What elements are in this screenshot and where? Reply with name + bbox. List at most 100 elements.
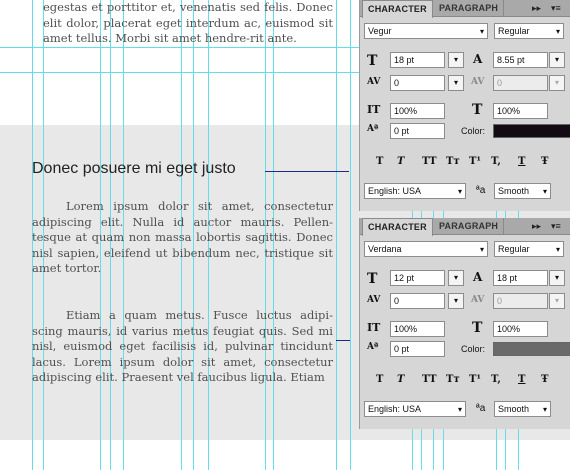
panel-tab-bar: CHARACTER PARAGRAPH ▸▸ ▾≡ <box>360 218 570 236</box>
faux-italic-button[interactable]: T <box>397 374 404 385</box>
color-label: Color: <box>461 126 486 136</box>
baseline-shift-input[interactable]: 0 pt <box>390 341 445 357</box>
vertical-scale-input[interactable]: 100% <box>390 321 445 337</box>
tab-paragraph[interactable]: PARAGRAPH <box>434 218 505 235</box>
antialias-icon: ªa <box>476 403 486 414</box>
tracking-dropdown-button[interactable]: ▾ <box>549 293 565 309</box>
font-size-icon: T <box>367 271 378 287</box>
color-swatch[interactable] <box>493 124 570 138</box>
horizontal-scale-icon: T <box>472 102 483 118</box>
text-frame-tick <box>336 340 350 341</box>
kerning-input[interactable]: 0 <box>390 293 445 309</box>
kerning-input[interactable]: 0 <box>390 75 445 91</box>
font-family-value: Vegur <box>368 26 392 36</box>
kerning-dropdown-button[interactable]: ▾ <box>448 75 464 91</box>
font-family-dropdown[interactable]: Verdana ▾ <box>364 241 488 257</box>
baseline-shift-input[interactable]: 0 pt <box>390 123 445 139</box>
font-style-dropdown[interactable]: Regular ▾ <box>494 23 564 39</box>
subscript-button[interactable]: T, <box>491 156 501 167</box>
chevron-down-icon: ▾ <box>542 187 547 196</box>
vertical-scale-icon: IT <box>367 103 381 116</box>
kerning-icon: AV <box>367 77 381 87</box>
horizontal-scale-input[interactable]: 100% <box>493 103 548 119</box>
faux-bold-button[interactable]: T <box>376 374 383 385</box>
language-value: English: USA <box>368 186 422 196</box>
chevron-down-icon: ▾ <box>555 27 560 36</box>
underline-button[interactable]: T <box>518 374 525 385</box>
subscript-button[interactable]: T, <box>491 374 501 385</box>
chevron-down-icon: ▾ <box>457 187 462 196</box>
vertical-scale-input[interactable]: 100% <box>390 103 445 119</box>
horizontal-scale-input[interactable]: 100% <box>493 321 548 337</box>
strikethrough-button[interactable]: Ŧ <box>541 156 548 167</box>
character-panel: CHARACTER PARAGRAPH ▸▸ ▾≡ Vegur ▾ Regula… <box>359 0 570 211</box>
tracking-dropdown-button[interactable]: ▾ <box>549 75 565 91</box>
tab-character[interactable]: CHARACTER <box>362 218 433 236</box>
leading-dropdown-button[interactable]: ▾ <box>549 52 565 68</box>
baseline-shift-icon: Aª <box>367 124 379 134</box>
font-size-dropdown-button[interactable]: ▾ <box>448 270 464 286</box>
underline-button[interactable]: T <box>518 156 525 167</box>
font-size-icon: T <box>367 53 378 69</box>
vertical-scale-icon: IT <box>367 321 381 334</box>
font-size-dropdown-button[interactable]: ▾ <box>448 52 464 68</box>
collapse-icon[interactable]: ▸▸ <box>532 221 541 232</box>
panel-menu-icon[interactable]: ▾≡ <box>551 3 561 14</box>
chevron-down-icon: ▾ <box>542 405 547 414</box>
small-caps-button[interactable]: Tт <box>446 374 460 385</box>
document-heading: Donec posuere mi eget justo <box>32 160 236 177</box>
antialias-value: Smooth <box>498 186 530 196</box>
collapse-icon[interactable]: ▸▸ <box>532 3 541 14</box>
antialias-dropdown[interactable]: Smooth ▾ <box>494 401 551 417</box>
type-style-buttons: T T TT Tт T¹ T, T Ŧ <box>368 156 568 170</box>
all-caps-button[interactable]: TT <box>422 156 437 167</box>
body-paragraph: Etiam a quam metus. Fusce luctus adipi-s… <box>32 308 333 385</box>
strikethrough-button[interactable]: Ŧ <box>541 374 548 385</box>
font-style-value: Regular <box>498 244 530 254</box>
tracking-icon: AV <box>471 77 485 87</box>
heading-rule <box>265 171 349 172</box>
small-caps-button[interactable]: Tт <box>446 156 460 167</box>
body-paragraph-top: egestas et porttitor et, venenatis sed f… <box>43 0 333 46</box>
chevron-down-icon: ▾ <box>457 405 462 414</box>
language-dropdown[interactable]: English: USA ▾ <box>364 183 466 199</box>
leading-icon: A <box>473 270 483 284</box>
faux-italic-button[interactable]: T <box>397 156 404 167</box>
faux-bold-button[interactable]: T <box>376 156 383 167</box>
horizontal-scale-icon: T <box>472 320 483 336</box>
tracking-input[interactable]: 0 <box>493 293 548 309</box>
leading-input[interactable]: 18 pt <box>493 270 548 286</box>
panel-tab-bar: CHARACTER PARAGRAPH ▸▸ ▾≡ <box>360 0 570 18</box>
chevron-down-icon: ▾ <box>479 27 484 36</box>
leading-dropdown-button[interactable]: ▾ <box>549 270 565 286</box>
body-paragraph: Lorem ipsum dolor sit amet, consectetur … <box>32 199 333 276</box>
superscript-button[interactable]: T¹ <box>469 374 481 385</box>
type-style-buttons: T T TT Tт T¹ T, T Ŧ <box>368 374 568 388</box>
superscript-button[interactable]: T¹ <box>469 156 481 167</box>
tab-character[interactable]: CHARACTER <box>362 0 433 18</box>
font-size-input[interactable]: 18 pt <box>390 52 445 68</box>
font-family-value: Verdana <box>368 244 402 254</box>
tracking-input[interactable]: 0 <box>493 75 548 91</box>
antialias-value: Smooth <box>498 404 530 414</box>
antialias-icon: ªa <box>476 185 486 196</box>
leading-icon: A <box>473 52 483 66</box>
language-value: English: USA <box>368 404 422 414</box>
font-family-dropdown[interactable]: Vegur ▾ <box>364 23 488 39</box>
leading-input[interactable]: 8.55 pt <box>493 52 548 68</box>
chevron-down-icon: ▾ <box>479 245 484 254</box>
all-caps-button[interactable]: TT <box>422 374 437 385</box>
font-style-value: Regular <box>498 26 530 36</box>
antialias-dropdown[interactable]: Smooth ▾ <box>494 183 551 199</box>
character-panel: CHARACTER PARAGRAPH ▸▸ ▾≡ Verdana ▾ Regu… <box>359 218 570 429</box>
font-size-input[interactable]: 12 pt <box>390 270 445 286</box>
language-dropdown[interactable]: English: USA ▾ <box>364 401 466 417</box>
chevron-down-icon: ▾ <box>555 245 560 254</box>
tracking-icon: AV <box>471 295 485 305</box>
panel-menu-icon[interactable]: ▾≡ <box>551 221 561 232</box>
baseline-shift-icon: Aª <box>367 342 379 352</box>
font-style-dropdown[interactable]: Regular ▾ <box>494 241 564 257</box>
color-swatch[interactable] <box>493 342 570 356</box>
kerning-dropdown-button[interactable]: ▾ <box>448 293 464 309</box>
tab-paragraph[interactable]: PARAGRAPH <box>434 0 505 17</box>
